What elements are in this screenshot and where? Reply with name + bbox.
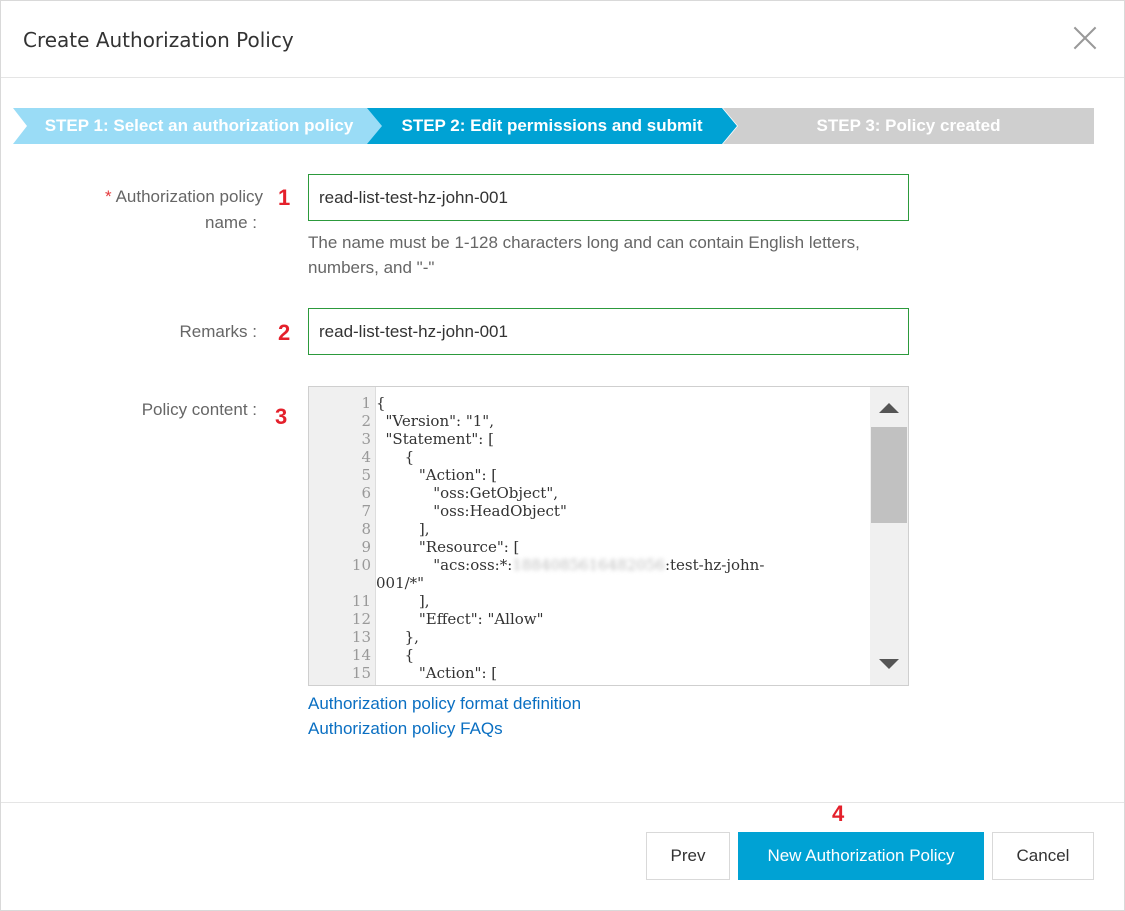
code-text: "Effect": "Allow" [376, 610, 544, 628]
scroll-up-icon[interactable] [879, 403, 899, 413]
code-text: { [376, 394, 386, 412]
code-text: "oss:HeadObject" [376, 502, 567, 520]
line-number: 13 [351, 628, 371, 646]
line-number: 11 [351, 592, 371, 610]
policy-name-label-cont: name : [205, 213, 257, 232]
line-number: 15 [351, 664, 371, 682]
line-number: 12 [351, 610, 371, 628]
code-line: 13 }, [352, 628, 870, 646]
marker-4: 4 [832, 801, 845, 826]
faqs-link[interactable]: Authorization policy FAQs [308, 719, 503, 739]
line-number: 6 [361, 484, 371, 502]
policy-content-label: Policy content : [141, 400, 257, 419]
code-text: "Action": [ [376, 466, 498, 484]
code-line: 5 "Action": [ [361, 466, 870, 484]
dialog-header: Create Authorization Policy [1, 1, 1124, 78]
code-text: "acs:oss:*: [376, 556, 513, 574]
code-line: 12 "Effect": "Allow" [352, 610, 870, 628]
code-line: 3 "Statement": [ [361, 430, 870, 448]
line-number: 4 [361, 448, 371, 466]
code-area[interactable]: 1{2 "Version": "1", 3 "Statement": [4 {5 … [352, 394, 870, 682]
remarks-input[interactable] [308, 308, 909, 355]
remarks-label: Remarks : [179, 322, 257, 341]
line-number: 1 [361, 394, 371, 412]
code-text: ], [376, 520, 430, 538]
marker-1: 1 [278, 185, 291, 210]
line-number: 9 [361, 538, 371, 556]
code-line: 001/*" [376, 574, 870, 592]
line-number: 14 [351, 646, 371, 664]
dialog-title: Create Authorization Policy [23, 28, 294, 52]
create-policy-dialog: Create Authorization Policy STEP 1: Sele… [0, 0, 1125, 911]
code-text: "Resource": [ [376, 538, 520, 556]
format-definition-link[interactable]: Authorization policy format definition [308, 694, 581, 714]
scrollbar-thumb[interactable] [871, 427, 907, 523]
code-text: ], [376, 592, 430, 610]
marker-2: 2 [278, 320, 291, 345]
code-text: "Statement": [ [376, 430, 494, 448]
code-line: 14 { [352, 646, 870, 664]
step-2-active: STEP 2: Edit permissions and submit [367, 108, 737, 144]
line-number: 7 [361, 502, 371, 520]
code-line: 4 { [361, 448, 870, 466]
code-text: { [376, 448, 415, 466]
step-1: STEP 1: Select an authorization policy [13, 108, 385, 144]
policy-content-editor[interactable]: 1{2 "Version": "1", 3 "Statement": [4 {5 … [308, 386, 909, 686]
code-text: "oss:GetObject", [376, 484, 559, 502]
line-number: 2 [361, 412, 371, 430]
line-number: 10 [351, 556, 371, 574]
code-text: }, [376, 628, 419, 646]
code-text: { [376, 646, 415, 664]
policy-name-input[interactable] [308, 174, 909, 221]
wizard-steps: STEP 1: Select an authorization policy S… [13, 108, 1094, 144]
code-text: "Version": "1", [376, 412, 494, 430]
code-line: 7 "oss:HeadObject" [361, 502, 870, 520]
cancel-button[interactable]: Cancel [992, 832, 1094, 880]
policy-name-hint: The name must be 1-128 characters long a… [308, 233, 860, 277]
code-line: 10 "acs:oss:*:1884085616482056:test-hz-j… [352, 556, 870, 574]
line-number: 8 [361, 520, 371, 538]
code-text: "Action": [ [376, 664, 498, 682]
code-line: 6 "oss:GetObject", [361, 484, 870, 502]
code-text: 001/*" [376, 574, 425, 592]
code-line: 8 ], [361, 520, 870, 538]
marker-3: 3 [275, 404, 288, 429]
redacted-account-id: 1884085616482056 [512, 556, 665, 574]
step-3: STEP 3: Policy created [723, 108, 1094, 144]
prev-button[interactable]: Prev [646, 832, 730, 880]
scroll-down-icon[interactable] [879, 659, 899, 669]
code-line: 11 ], [352, 592, 870, 610]
editor-scrollbar[interactable] [870, 387, 908, 685]
policy-name-label: * Authorization policy [104, 187, 263, 206]
code-line: 15 "Action": [ [352, 664, 870, 682]
close-icon[interactable] [1072, 25, 1098, 51]
line-number: 5 [361, 466, 371, 484]
code-line: 2 "Version": "1", [361, 412, 870, 430]
code-line: 1{ [361, 394, 870, 412]
code-text: :test-hz-john- [664, 556, 765, 574]
line-number: 3 [361, 430, 371, 448]
code-line: 9 "Resource": [ [361, 538, 870, 556]
required-mark: * [104, 187, 112, 206]
new-policy-button[interactable]: New Authorization Policy [738, 832, 984, 880]
